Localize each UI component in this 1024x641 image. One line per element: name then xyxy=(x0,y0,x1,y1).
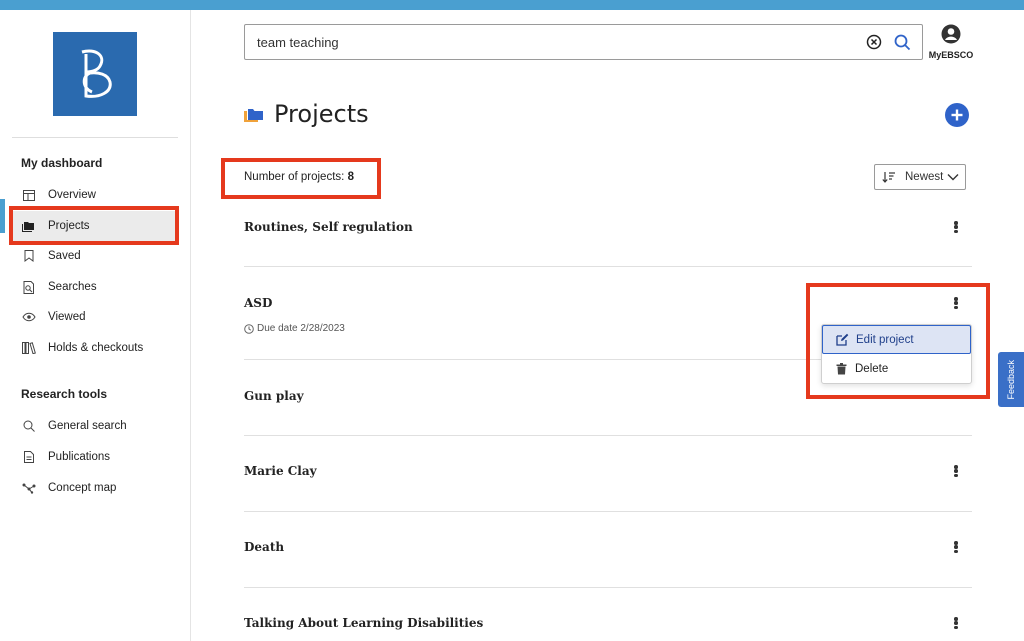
logo-b-icon xyxy=(81,49,112,98)
account-label: MyEBSCO xyxy=(928,50,974,60)
search-input[interactable] xyxy=(257,34,862,50)
more-options-button[interactable] xyxy=(951,539,961,555)
project-item[interactable]: Gun play xyxy=(244,388,972,408)
project-name[interactable]: Gun play xyxy=(244,389,304,403)
active-item-indicator xyxy=(0,199,5,233)
top-accent-bar xyxy=(0,0,1024,10)
project-context-menu: Edit project Delete xyxy=(821,324,972,384)
user-avatar-icon xyxy=(941,24,961,44)
project-count-label: Number of projects: xyxy=(244,171,345,183)
edit-project-menu-item[interactable]: Edit project xyxy=(822,325,971,354)
add-project-button[interactable] xyxy=(945,103,969,127)
project-name[interactable]: Talking About Learning Disabilities xyxy=(244,616,483,630)
delete-menu-item[interactable]: Delete xyxy=(822,354,971,383)
sidebar-item-holds[interactable]: Holds & checkouts xyxy=(12,333,178,363)
search-history-icon xyxy=(21,279,37,295)
sidebar-item-general-search[interactable]: General search xyxy=(12,411,178,441)
sort-icon xyxy=(882,172,895,183)
project-name[interactable]: ASD xyxy=(244,296,272,310)
more-options-button[interactable] xyxy=(951,463,961,479)
account-button[interactable]: MyEBSCO xyxy=(928,24,974,60)
sidebar-divider xyxy=(12,137,178,138)
sidebar: My dashboard Overview Projects Saved Sea… xyxy=(0,10,191,641)
eye-icon xyxy=(21,309,37,325)
project-count-value: 8 xyxy=(347,171,354,183)
list-divider xyxy=(244,511,972,512)
sidebar-item-label: Publications xyxy=(48,451,111,463)
project-item[interactable]: Marie Clay xyxy=(244,463,972,483)
clear-icon xyxy=(866,34,882,50)
page-title: Projects xyxy=(274,100,369,128)
list-divider xyxy=(244,587,972,588)
sidebar-item-label: Saved xyxy=(48,250,81,262)
sidebar-item-overview[interactable]: Overview xyxy=(12,180,178,210)
project-item[interactable]: Routines, Self regulation xyxy=(244,219,972,239)
delete-label: Delete xyxy=(855,362,889,375)
research-tools-heading: Research tools xyxy=(21,387,108,401)
document-icon xyxy=(21,449,37,465)
sort-label: Newest xyxy=(905,171,944,183)
sidebar-item-saved[interactable]: Saved xyxy=(12,241,178,271)
concept-map-icon xyxy=(21,480,37,496)
search-icon xyxy=(21,418,37,434)
project-item[interactable]: Death xyxy=(244,539,972,559)
plus-icon xyxy=(951,109,963,121)
sidebar-item-label: Overview xyxy=(48,189,96,201)
more-options-button[interactable] xyxy=(951,295,961,311)
search-icon xyxy=(894,34,910,50)
dashboard-heading: My dashboard xyxy=(21,156,103,170)
project-name[interactable]: Routines, Self regulation xyxy=(244,220,413,234)
sidebar-item-label: Viewed xyxy=(48,311,86,323)
app-logo[interactable] xyxy=(53,32,137,116)
sort-dropdown[interactable]: Newest xyxy=(874,164,966,190)
trash-icon xyxy=(834,362,848,375)
more-options-button[interactable] xyxy=(951,615,961,631)
more-options-button[interactable] xyxy=(951,219,961,235)
sidebar-item-label: Searches xyxy=(48,281,97,293)
sidebar-item-projects[interactable]: Projects xyxy=(12,211,178,241)
clock-icon xyxy=(244,323,254,334)
sidebar-item-publications[interactable]: Publications xyxy=(12,442,178,472)
edit-project-label: Edit project xyxy=(856,333,914,346)
page-header: Projects xyxy=(244,100,369,128)
sidebar-item-label: Holds & checkouts xyxy=(48,342,144,354)
project-item[interactable]: Talking About Learning Disabilities xyxy=(244,615,972,635)
sidebar-item-searches[interactable]: Searches xyxy=(12,272,178,302)
feedback-tab[interactable]: Feedback xyxy=(998,352,1024,407)
search-submit-button[interactable] xyxy=(890,30,914,54)
clear-search-button[interactable] xyxy=(862,30,886,54)
project-count: Number of projects: 8 xyxy=(244,171,354,183)
chevron-down-icon xyxy=(947,174,959,181)
sidebar-item-viewed[interactable]: Viewed xyxy=(12,302,178,332)
search-bar xyxy=(244,24,923,60)
list-divider xyxy=(244,435,972,436)
feedback-label: Feedback xyxy=(1006,359,1016,400)
project-name[interactable]: Death xyxy=(244,540,284,554)
folder-icon xyxy=(244,109,263,122)
sidebar-item-label: Concept map xyxy=(48,482,117,494)
due-date-text: Due date 2/28/2023 xyxy=(257,323,345,334)
books-icon xyxy=(21,340,37,356)
project-name[interactable]: Marie Clay xyxy=(244,464,317,478)
edit-icon xyxy=(835,333,849,346)
due-date: Due date 2/28/2023 xyxy=(244,323,345,334)
sidebar-item-concept-map[interactable]: Concept map xyxy=(12,473,178,503)
list-divider xyxy=(244,266,972,267)
sidebar-item-label: Projects xyxy=(48,220,90,232)
bookmark-icon xyxy=(21,248,37,264)
sidebar-item-label: General search xyxy=(48,420,127,432)
overview-icon xyxy=(21,187,37,203)
folder-icon xyxy=(21,218,37,234)
